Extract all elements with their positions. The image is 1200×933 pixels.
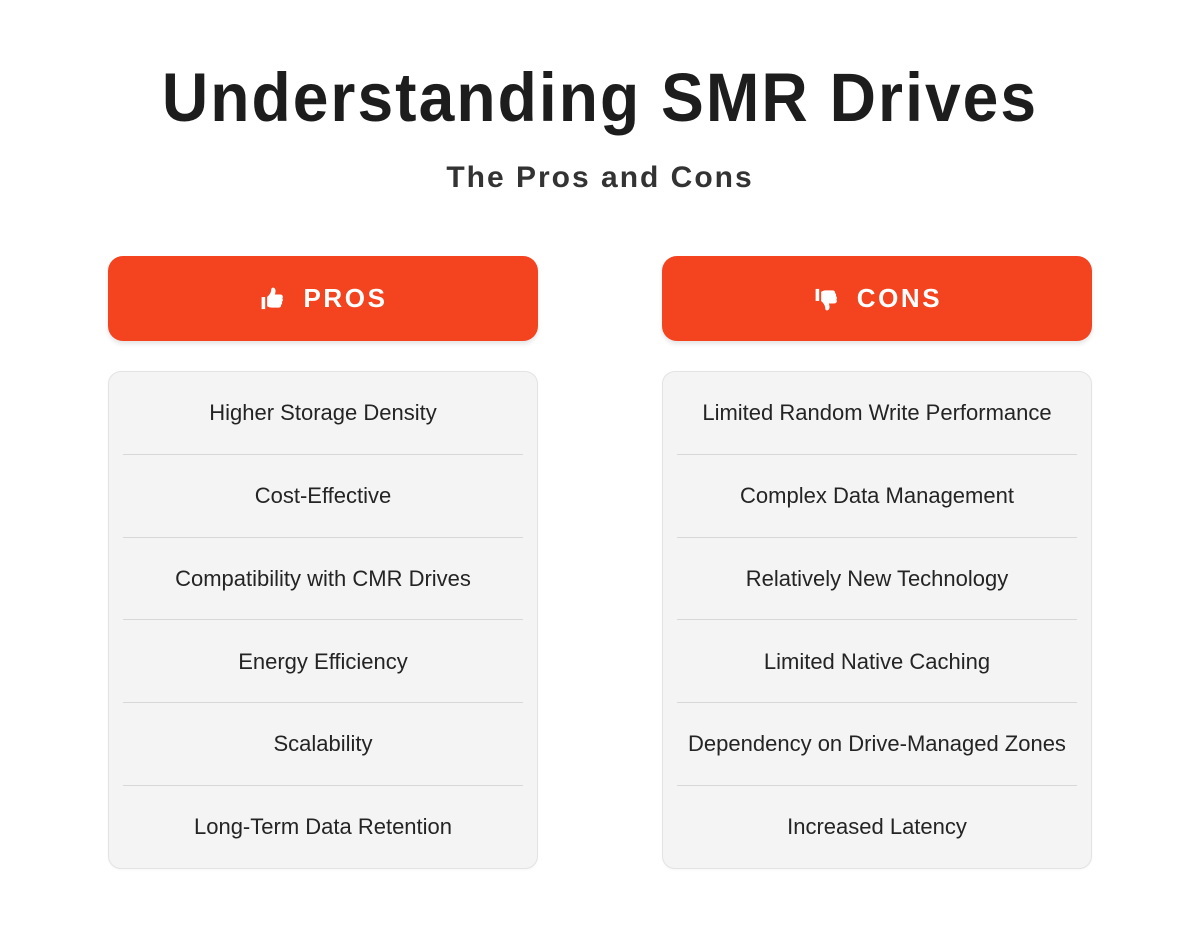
list-item[interactable]: Dependency on Drive-Managed Zones [677,703,1077,787]
list-item[interactable]: Compatibility with CMR Drives [123,538,523,621]
list-item[interactable]: Complex Data Management [677,455,1077,538]
list-item[interactable]: Long-Term Data Retention [123,786,523,868]
heading-block: Understanding SMR Drives The Pros and Co… [0,0,1200,196]
list-item[interactable]: Limited Native Caching [677,620,1077,704]
pros-header-label: PROS [303,283,388,313]
comparison-columns: PROS Higher Storage Density Cost-Effecti… [108,256,1092,869]
pros-header-button[interactable]: PROS [108,256,538,341]
list-item[interactable]: Scalability [123,703,523,787]
list-item[interactable]: Energy Efficiency [123,620,523,704]
page-subtitle: The Pros and Cons [446,161,754,195]
list-item[interactable]: Higher Storage Density [123,372,523,455]
cons-header-label: CONS [856,283,943,313]
list-item[interactable]: Relatively New Technology [677,538,1077,621]
thumbs-up-icon [258,284,288,314]
thumbs-down-icon [812,284,842,314]
pros-list-panel: Higher Storage Density Cost-Effective Co… [108,371,538,869]
list-item[interactable]: Cost-Effective [123,455,523,538]
column-pros: PROS Higher Storage Density Cost-Effecti… [108,256,538,869]
column-cons: CONS Limited Random Write Performance Co… [662,256,1092,869]
cons-list-panel: Limited Random Write Performance Complex… [662,371,1092,869]
page-title: Understanding SMR Drives [161,59,1039,136]
infographic-root: Understanding SMR Drives The Pros and Co… [0,0,1200,933]
list-item[interactable]: Increased Latency [677,786,1077,868]
cons-header-button[interactable]: CONS [662,256,1092,341]
list-item[interactable]: Limited Random Write Performance [677,372,1077,455]
